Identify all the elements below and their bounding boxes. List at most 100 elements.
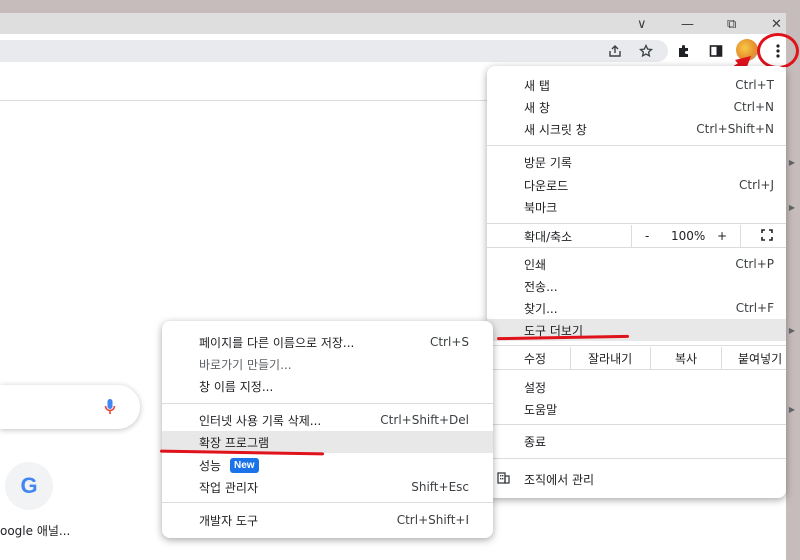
menu-label: 다운로드 [524,178,569,193]
menu-label: 북마크 [524,200,558,215]
menu-label: 새 창 [524,100,550,115]
menu-item-history[interactable]: 방문 기록 ▶ [487,151,795,173]
menu-item-exit[interactable]: 종료 [487,430,786,452]
menu-label: 방문 기록 [524,155,572,170]
edit-divider [570,347,571,369]
zoom-out-button[interactable]: - [645,229,649,243]
menu-label: 수정 [524,351,547,366]
menu-item-zoom: 확대/축소 - 100% + [487,225,786,247]
edit-divider [650,347,651,369]
menu-item-new-window[interactable]: 새 창 Ctrl+N [487,96,786,118]
menu-item-edit: 수정 잘라내기 복사 붙여넣기 [487,347,786,369]
cut-button[interactable]: 잘라내기 [588,350,632,367]
menu-item-cast[interactable]: 전송... [487,275,786,297]
menu-item-help[interactable]: 도움말 ▶ [487,398,795,420]
menu-label: 종료 [524,434,547,449]
menu-shortcut: Ctrl+S [429,335,469,349]
submenu-arrow-icon: ▶ [788,202,795,212]
menu-shortcut: Shift+Esc [411,480,469,494]
shortcut-tile[interactable]: G [5,462,53,510]
google-logo-icon: G [20,473,38,498]
menu-label: 도움말 [524,402,558,417]
shortcut-label[interactable]: oogle 애널... [0,522,70,539]
menu-label: 작업 관리자 [199,480,259,495]
microphone-icon[interactable] [104,398,116,420]
menu-separator [162,502,493,503]
zoom-level: 100% [671,229,706,243]
close-icon[interactable]: ✕ [771,17,782,32]
title-bar: ∨ — ⧉ ✕ [0,13,786,34]
menu-label: 인쇄 [524,257,547,272]
window-frame-right [786,0,800,560]
menu-label: 바로가기 만들기... [199,357,292,372]
menu-separator [487,424,786,425]
menu-item-new-tab[interactable]: 새 탭 Ctrl+T [487,74,786,96]
submenu-arrow-icon: ▶ [788,157,795,167]
submenu-item-name-window[interactable]: 창 이름 지정... [162,375,493,397]
menu-label: 새 시크릿 창 [524,122,587,137]
fullscreen-icon[interactable] [761,228,773,244]
menu-label: 찾기... [524,301,558,316]
paste-button[interactable]: 붙여넣기 [738,350,782,367]
copy-button[interactable]: 복사 [675,350,697,367]
restore-icon[interactable]: ⧉ [727,17,736,32]
menu-shortcut: Ctrl+Shift+I [396,513,469,527]
menu-label: 창 이름 지정... [199,379,274,394]
menu-shortcut: Ctrl+F [735,301,774,315]
puzzle-icon[interactable] [673,40,695,62]
menu-item-managed[interactable]: 조직에서 관리 [487,468,786,490]
submenu-item-save-page[interactable]: 페이지를 다른 이름으로 저장... Ctrl+S [162,331,493,353]
menu-shortcut: Ctrl+Shift+N [696,122,774,136]
bookmark-star-icon[interactable] [635,40,657,62]
menu-item-find[interactable]: 찾기... Ctrl+F [487,297,786,319]
menu-shortcut: Ctrl+Shift+Del [380,413,469,427]
submenu-item-clear-data[interactable]: 인터넷 사용 기록 삭제... Ctrl+Shift+Del [162,409,493,431]
address-bar[interactable] [0,40,668,62]
menu-label: 설정 [524,380,547,395]
submenu-arrow-icon: ▶ [788,325,795,335]
menu-separator [487,145,786,146]
building-icon [497,471,510,487]
minimize-icon[interactable]: — [681,17,694,32]
menu-item-incognito[interactable]: 새 시크릿 창 Ctrl+Shift+N [487,118,786,140]
menu-item-settings[interactable]: 설정 [487,376,786,398]
menu-label: 전송... [524,279,558,294]
submenu-item-create-shortcut[interactable]: 바로가기 만들기... [162,353,493,375]
zoom-divider [631,225,632,247]
menu-separator [487,458,786,459]
menu-separator [162,403,493,404]
menu-label: 개발자 도구 [199,513,259,528]
more-tools-submenu: 페이지를 다른 이름으로 저장... Ctrl+S 바로가기 만들기... 창 … [162,321,493,538]
menu-label: 인터넷 사용 기록 삭제... [199,413,322,428]
submenu-item-task-manager[interactable]: 작업 관리자 Shift+Esc [162,476,493,498]
menu-label: 페이지를 다른 이름으로 저장... [199,335,355,350]
menu-shortcut: Ctrl+J [739,178,774,192]
menu-label: 성능 [199,458,222,473]
menu-separator [487,345,786,346]
submenu-item-performance[interactable]: 성능 New [162,454,493,476]
chrome-main-menu: 새 탭 Ctrl+T 새 창 Ctrl+N 새 시크릿 창 Ctrl+Shift… [487,66,795,498]
zoom-in-button[interactable]: + [717,229,727,243]
submenu-item-dev-tools[interactable]: 개발자 도구 Ctrl+Shift+I [162,509,493,531]
menu-label: 확장 프로그램 [199,435,270,450]
menu-shortcut: Ctrl+P [735,257,774,271]
menu-shortcut: Ctrl+N [733,100,774,114]
menu-item-downloads[interactable]: 다운로드 Ctrl+J [487,174,786,196]
annotation-circle [757,33,799,69]
new-badge: New [230,458,259,473]
share-icon[interactable] [604,40,626,62]
menu-separator [487,247,786,248]
zoom-divider [740,225,741,247]
menu-label: 새 탭 [524,78,550,93]
menu-label: 확대/축소 [524,229,573,244]
menu-item-print[interactable]: 인쇄 Ctrl+P [487,253,786,275]
menu-shortcut: Ctrl+T [735,78,774,92]
submenu-arrow-icon: ▶ [788,404,795,414]
window-frame-top [0,0,800,13]
tab-search-icon[interactable]: ∨ [637,17,647,32]
menu-label: 조직에서 관리 [524,472,595,487]
menu-separator [487,223,786,224]
menu-item-bookmarks[interactable]: 북마크 ▶ [487,196,795,218]
google-search-box[interactable] [0,385,140,429]
edit-divider [721,347,722,369]
